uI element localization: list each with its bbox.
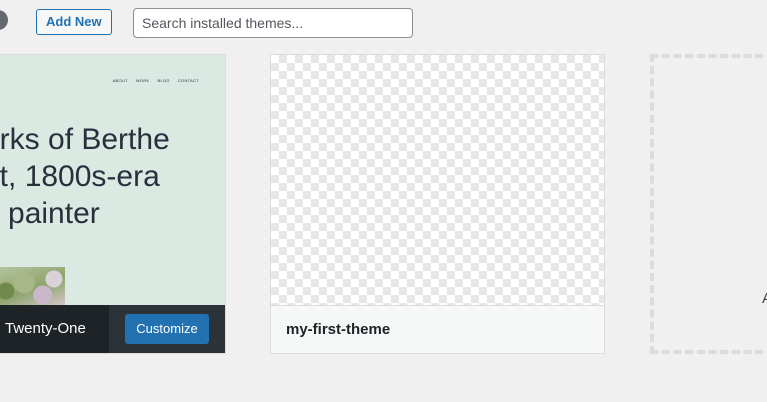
add-new-button[interactable]: Add New (36, 9, 112, 35)
active-theme-card[interactable]: ABOUT WORK BLOG CONTACT orks of Berthe o… (0, 54, 226, 354)
theme-name: my-first-theme (286, 321, 391, 338)
theme-count-badge (0, 10, 8, 30)
add-new-theme-card[interactable]: A (650, 54, 767, 354)
headline-line: orks of Berthe (0, 123, 170, 156)
theme-screenshot-headline: orks of Berthe ot, 1800s-era n painter (0, 121, 223, 232)
theme-card[interactable]: my-first-theme (270, 54, 605, 354)
screenshot-nav-item: WORK (135, 78, 150, 83)
active-theme-bar: Twenty-One Customize (0, 305, 225, 353)
headline-line: ot, 1800s-era (0, 160, 160, 193)
screenshot-nav-item: ABOUT (112, 78, 128, 83)
themes-page: Add New ABOUT WORK BLOG CONTACT orks of … (0, 0, 767, 402)
headline-line: n painter (0, 197, 100, 230)
screenshot-nav-item: CONTACT (177, 78, 199, 83)
theme-screenshot-nav: ABOUT WORK BLOG CONTACT (113, 78, 199, 83)
search-themes-input[interactable] (133, 8, 413, 38)
theme-name-bar: my-first-theme (271, 305, 604, 353)
theme-screenshot-painting (0, 267, 65, 307)
customize-button[interactable]: Customize (125, 314, 209, 344)
theme-screenshot-placeholder (271, 55, 604, 306)
screenshot-nav-item: BLOG (157, 78, 170, 83)
active-theme-name: Twenty-One (5, 320, 86, 337)
add-new-theme-label: A (762, 290, 767, 307)
active-theme-actions: Customize (109, 305, 225, 353)
